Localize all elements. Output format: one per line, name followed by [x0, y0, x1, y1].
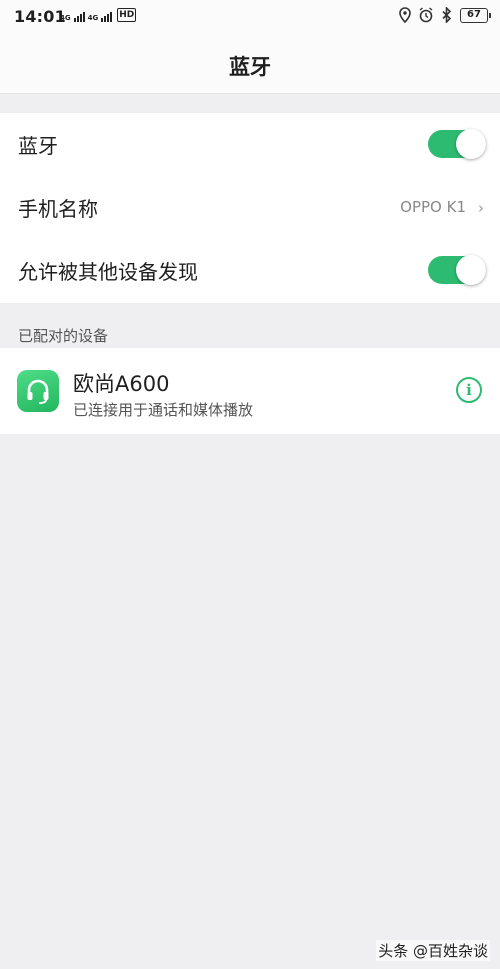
location-icon	[399, 7, 411, 23]
chevron-right-icon: ›	[478, 199, 484, 217]
discoverable-label: 允许被其他设备发现	[18, 260, 198, 284]
bluetooth-label: 蓝牙	[18, 134, 58, 158]
discoverable-toggle[interactable]	[428, 255, 486, 285]
headset-icon	[17, 370, 59, 412]
toggle-knob	[456, 129, 486, 159]
nav-bar: 蓝牙	[0, 34, 500, 94]
network-type-2: 4G	[87, 14, 99, 22]
bluetooth-icon	[442, 7, 452, 23]
page-title: 蓝牙	[229, 55, 271, 79]
phone-name-value: OPPO K1	[400, 198, 466, 216]
status-bar: 14:01 4G 4G HD 67	[0, 0, 500, 34]
info-icon[interactable]: i	[456, 377, 482, 403]
phone-name-label: 手机名称	[18, 197, 98, 221]
network-indicators: 4G 4G HD	[60, 8, 137, 22]
alarm-icon	[419, 7, 433, 23]
phone-name-row[interactable]: 手机名称 OPPO K1 ›	[0, 176, 500, 239]
battery-icon: 67	[460, 7, 491, 23]
hd-voice-icon: HD	[117, 8, 137, 22]
bluetooth-toggle[interactable]	[428, 129, 486, 159]
paired-devices-header: 已配对的设备	[18, 327, 109, 345]
bluetooth-settings-card: 蓝牙 手机名称 OPPO K1 › 允许被其他设备发现	[0, 113, 500, 303]
device-status: 已连接用于通话和媒体播放	[73, 401, 254, 419]
watermark: 头条 @百姓杂谈	[376, 940, 490, 961]
status-time: 14:01	[14, 7, 66, 26]
device-name: 欧尚A600	[73, 372, 170, 396]
toggle-knob	[456, 255, 486, 285]
bluetooth-toggle-row[interactable]: 蓝牙	[0, 113, 500, 176]
network-type-1: 4G	[60, 14, 71, 22]
discoverable-toggle-row[interactable]: 允许被其他设备发现	[0, 239, 500, 302]
paired-device-item[interactable]: 欧尚A600 已连接用于通话和媒体播放 i	[0, 348, 500, 434]
signal-icon	[73, 12, 85, 22]
status-icons: 67	[398, 7, 491, 23]
signal-icon-2	[101, 12, 113, 22]
